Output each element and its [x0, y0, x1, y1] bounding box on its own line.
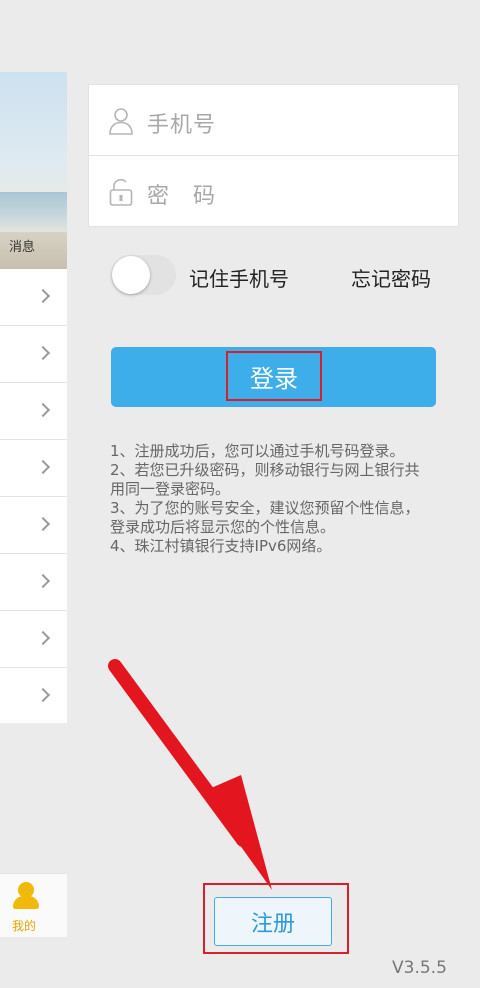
login-highlight-box[interactable]: 登录	[226, 351, 322, 401]
chevron-right-icon	[35, 459, 51, 475]
login-notes: 1、注册成功后，您可以通过手机号码登录。 2、若您已升级密码，则移动银行与网上银…	[110, 442, 430, 556]
note-item: 4、珠江村镇银行支持IPv6网络。	[110, 537, 332, 555]
phone-field[interactable]: 手机号	[89, 85, 458, 156]
side-drawer: 消息 我的	[0, 0, 67, 988]
remember-phone-toggle[interactable]	[111, 255, 176, 295]
chevron-right-icon	[35, 288, 51, 304]
drawer-messages-label[interactable]: 消息	[9, 236, 35, 255]
drawer-menu-list	[0, 269, 67, 723]
drawer-menu-item[interactable]	[0, 497, 67, 554]
drawer-menu-item[interactable]	[0, 269, 67, 326]
user-icon-body	[13, 896, 39, 909]
chevron-right-icon	[35, 516, 51, 532]
toggle-knob	[112, 256, 150, 294]
tab-mine-label: 我的	[12, 919, 37, 933]
drawer-menu-item[interactable]	[0, 383, 67, 440]
note-item: 3、为了您的账号安全，建议您预留个性信息，登录成功后将显示您的个性信息。	[110, 499, 420, 536]
version-label: V3.5.5	[392, 958, 447, 978]
drawer-menu-item[interactable]	[0, 554, 67, 611]
remember-phone-label: 记住手机号	[189, 267, 289, 291]
sea-graphic	[0, 192, 67, 232]
login-button-label: 登录	[250, 364, 298, 393]
drawer-menu-item[interactable]	[0, 611, 67, 668]
login-form: 手机号 密码	[88, 84, 459, 227]
drawer-banner-image: 消息	[0, 72, 67, 269]
lock-icon	[109, 178, 133, 206]
drawer-menu-item[interactable]	[0, 326, 67, 383]
phone-placeholder: 手机号	[147, 113, 217, 138]
password-field[interactable]: 密码	[89, 156, 458, 227]
note-item: 1、注册成功后，您可以通过手机号码登录。	[110, 442, 405, 460]
chevron-right-icon	[35, 630, 51, 646]
forgot-password-link[interactable]: 忘记密码	[351, 263, 431, 292]
chevron-right-icon	[35, 402, 51, 418]
note-item: 2、若您已升级密码，则移动银行与网上银行共用同一登录密码。	[110, 461, 420, 498]
user-icon	[109, 108, 133, 135]
drawer-menu-item[interactable]	[0, 440, 67, 497]
tab-mine[interactable]: 我的	[0, 873, 67, 937]
chevron-right-icon	[35, 687, 51, 703]
register-button-label: 注册	[250, 911, 295, 937]
register-button[interactable]: 注册	[214, 897, 332, 946]
chevron-right-icon	[35, 345, 51, 361]
drawer-menu-item[interactable]	[0, 668, 67, 725]
chevron-right-icon	[35, 573, 51, 589]
password-placeholder: 密码	[147, 184, 240, 209]
